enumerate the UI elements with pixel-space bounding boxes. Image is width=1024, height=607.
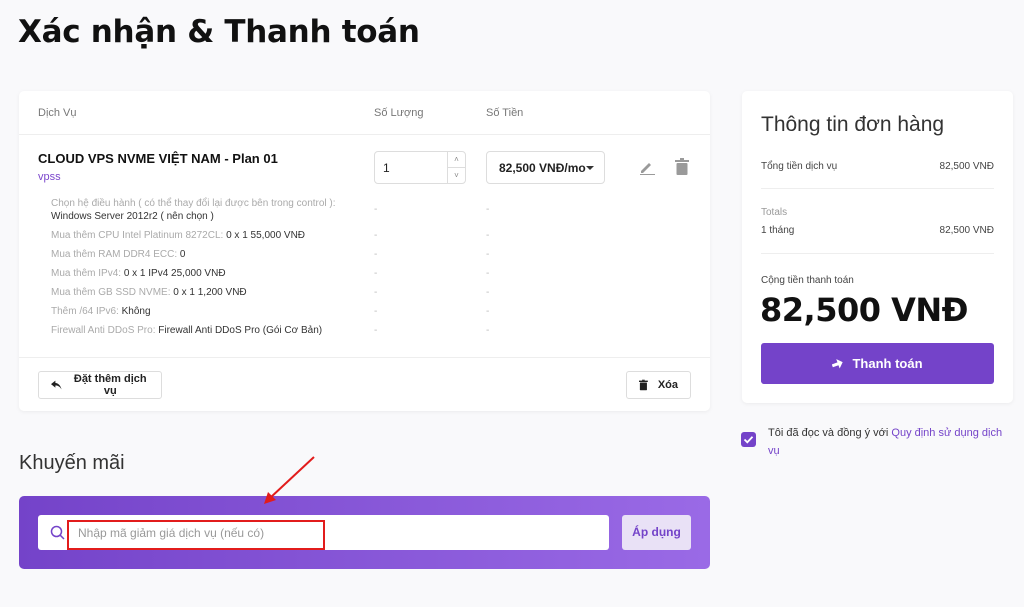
- subtotal-row: Tổng tiền dịch vụ 82,500 VNĐ: [761, 161, 994, 172]
- cart-table-header: Dịch Vụ Số Lượng Số Tiền: [19, 91, 710, 135]
- config-qty: -: [374, 204, 378, 215]
- config-row-ram: Mua thêm RAM DDR4 ECC: 0: [51, 249, 185, 260]
- config-amount: -: [486, 204, 490, 215]
- add-service-label: Đặt thêm dịch vụ: [73, 373, 147, 397]
- product-name: CLOUD VPS NVME VIỆT NAM - Plan 01: [38, 151, 278, 166]
- period-label: 1 tháng: [761, 225, 795, 236]
- config-row-ssd: Mua thêm GB SSD NVME: 0 x 1 1,200 VNĐ: [51, 287, 247, 298]
- product-group: vpss: [38, 171, 61, 183]
- promo-section: Nhập mã giảm giá dịch vụ (nếu có) Áp dụn…: [19, 496, 710, 569]
- config-row-ipv4: Mua thêm IPv4: 0 x 1 IPv4 25,000 VNĐ: [51, 268, 226, 279]
- pay-total-label: Cộng tiền thanh toán: [761, 275, 854, 286]
- column-header-service: Dịch Vụ: [38, 107, 77, 119]
- order-summary-title: Thông tin đơn hàng: [761, 113, 945, 136]
- config-label: Mua thêm IPv4:: [51, 268, 122, 279]
- delete-label: Xóa: [657, 379, 678, 391]
- annotation-highlight-box: [67, 520, 325, 550]
- config-amount: -: [486, 306, 490, 317]
- period-value: 82,500 VNĐ: [939, 225, 994, 236]
- config-label: Chọn hệ điều hành ( có thể thay đổi lại …: [51, 198, 336, 209]
- column-header-quantity: Số Lượng: [374, 107, 424, 119]
- config-amount: -: [486, 268, 490, 279]
- config-value: 0 x 1 55,000 VNĐ: [226, 230, 306, 241]
- quantity-value[interactable]: 1: [383, 161, 390, 175]
- config-qty: -: [374, 268, 378, 279]
- pay-total-value: 82,500 VNĐ: [760, 291, 968, 329]
- column-header-amount: Số Tiền: [486, 107, 524, 119]
- terms-text: Tôi đã đọc và đồng ý với: [768, 427, 892, 439]
- edit-icon[interactable]: [639, 159, 655, 175]
- cart-card: Dịch Vụ Số Lượng Số Tiền CLOUD VPS NVME …: [19, 91, 710, 411]
- config-label: Mua thêm RAM DDR4 ECC:: [51, 249, 178, 260]
- divider: [761, 253, 994, 254]
- arrow-right-icon: [832, 358, 844, 369]
- config-value: Không: [121, 306, 151, 317]
- config-label: Firewall Anti DDoS Pro:: [51, 325, 156, 336]
- chevron-down-icon: [586, 166, 594, 170]
- config-value: 0 x 1 IPv4 25,000 VNĐ: [123, 268, 226, 279]
- config-row-cpu: Mua thêm CPU Intel Platinum 8272CL: 0 x …: [51, 230, 305, 241]
- config-label: Mua thêm GB SSD NVME:: [51, 287, 171, 298]
- quantity-decrement-icon[interactable]: ˅: [447, 168, 465, 184]
- billing-cycle-select[interactable]: 82,500 VNĐ/mo: [486, 151, 605, 184]
- config-row-os: Chọn hệ điều hành ( có thể thay đổi lại …: [51, 197, 351, 223]
- page-title: Xác nhận & Thanh toán: [18, 14, 420, 50]
- config-label: Thêm /64 IPv6:: [51, 306, 119, 317]
- subtotal-value: 82,500 VNĐ: [939, 161, 994, 172]
- reply-arrow-icon: [51, 380, 62, 390]
- config-row-ipv6: Thêm /64 IPv6: Không: [51, 306, 151, 317]
- totals-label: Totals: [761, 207, 788, 218]
- terms-agreement-text: Tôi đã đọc và đồng ý với Quy định sử dụn…: [768, 424, 1013, 460]
- trash-icon[interactable]: [675, 158, 689, 175]
- subtotal-label: Tổng tiền dịch vụ: [761, 161, 838, 172]
- config-value: 0 x 1 1,200 VNĐ: [173, 287, 247, 298]
- config-qty: -: [374, 287, 378, 298]
- config-qty: -: [374, 249, 378, 260]
- delete-button[interactable]: Xóa: [626, 371, 691, 399]
- checkout-label: Thanh toán: [852, 356, 923, 371]
- config-value: Windows Server 2012r2 ( nên chọn ): [51, 211, 214, 222]
- config-qty: -: [374, 306, 378, 317]
- quantity-increment-icon[interactable]: ˄: [447, 152, 465, 168]
- order-summary-card: Thông tin đơn hàng Tổng tiền dịch vụ 82,…: [742, 91, 1013, 403]
- apply-promo-button[interactable]: Áp dụng: [622, 515, 691, 550]
- config-value: 0: [179, 249, 186, 260]
- divider: [761, 188, 994, 189]
- config-amount: -: [486, 287, 490, 298]
- config-qty: -: [374, 325, 378, 336]
- terms-checkbox[interactable]: [741, 432, 756, 447]
- add-service-button[interactable]: Đặt thêm dịch vụ: [38, 371, 162, 399]
- checkmark-icon: [743, 436, 754, 444]
- quantity-stepper[interactable]: 1 ˄ ˅: [374, 151, 466, 184]
- config-value: Firewall Anti DDoS Pro (Gói Cơ Bản): [158, 325, 323, 336]
- config-amount: -: [486, 230, 490, 241]
- period-row: 1 tháng 82,500 VNĐ: [761, 225, 994, 236]
- config-amount: -: [486, 249, 490, 260]
- promo-title: Khuyến mãi: [19, 452, 125, 474]
- config-amount: -: [486, 325, 490, 336]
- trash-icon: [639, 379, 648, 391]
- checkout-button[interactable]: Thanh toán: [761, 343, 994, 384]
- config-label: Mua thêm CPU Intel Platinum 8272CL:: [51, 230, 224, 241]
- search-icon: [50, 525, 65, 540]
- config-qty: -: [374, 230, 378, 241]
- config-row-firewall: Firewall Anti DDoS Pro: Firewall Anti DD…: [51, 325, 322, 336]
- billing-cycle-value: 82,500 VNĐ/mo: [499, 161, 586, 175]
- promo-code-input[interactable]: Nhập mã giảm giá dịch vụ (nếu có): [38, 515, 609, 550]
